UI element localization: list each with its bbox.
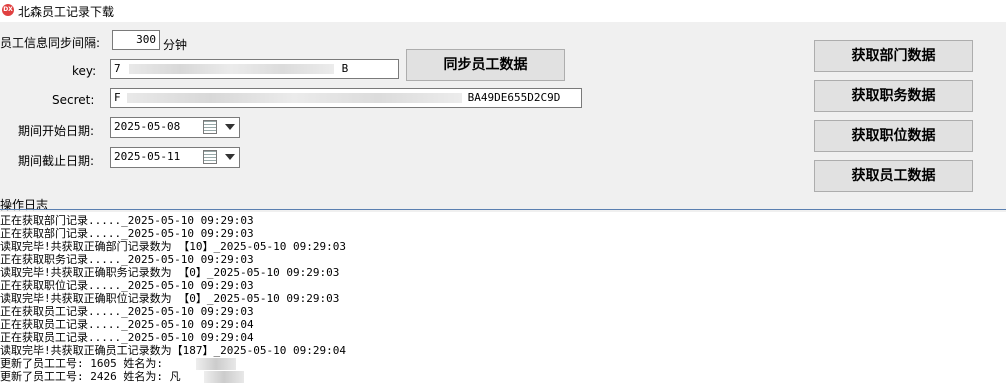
log-line: 读取完毕!共获取正确职务记录数为 【0】_2025-05-10 09:29:03 xyxy=(0,266,340,279)
interval-unit: 分钟 xyxy=(163,38,188,52)
log-line: 正在获取员工记录....._2025-05-10 09:29:03 xyxy=(0,305,254,318)
log-area[interactable]: 正在获取部门记录....._2025-05-10 09:29:03 正在获取部门… xyxy=(0,212,1006,384)
get-employee-button[interactable]: 获取员工数据 xyxy=(814,160,973,192)
redaction xyxy=(126,93,462,103)
redaction xyxy=(204,371,244,383)
get-duty-button[interactable]: 获取职务数据 xyxy=(814,80,973,112)
log-line: 更新了员工工号: 1605 姓名为: xyxy=(0,357,163,370)
start-date-picker[interactable]: 2025-05-08 xyxy=(110,117,240,138)
start-date-value: 2025-05-08 xyxy=(114,120,181,133)
interval-label: 员工信息同步间隔: xyxy=(0,36,101,50)
secret-end: BA49DE655D2C9D xyxy=(467,91,561,104)
get-position-button[interactable]: 获取职位数据 xyxy=(814,120,973,152)
log-line: 读取完毕!共获取正确部门记录数为 【10】_2025-05-10 09:29:0… xyxy=(0,240,346,253)
sync-employee-button[interactable]: 同步员工数据 xyxy=(406,49,565,81)
get-department-button[interactable]: 获取部门数据 xyxy=(814,40,973,72)
log-line: 正在获取部门记录....._2025-05-10 09:29:03 xyxy=(0,214,254,227)
calendar-icon[interactable] xyxy=(203,150,217,164)
key-input[interactable]: 7B xyxy=(110,59,399,79)
key-start: 7 xyxy=(114,62,121,75)
key-label: key: xyxy=(72,64,97,78)
end-date-label: 期间截止日期: xyxy=(18,154,95,168)
log-line: 正在获取员工记录....._2025-05-10 09:29:04 xyxy=(0,331,254,344)
log-line: 正在获取职务记录....._2025-05-10 09:29:03 xyxy=(0,253,254,266)
key-end: B xyxy=(341,62,349,75)
app-icon: DX xyxy=(2,4,14,16)
log-line: 正在获取员工记录....._2025-05-10 09:29:04 xyxy=(0,318,254,331)
log-line: 更新了员工工号: 2426 姓名为: 凡 xyxy=(0,370,181,383)
chevron-down-icon[interactable] xyxy=(225,124,235,130)
log-line: 读取完毕!共获取正确员工记录数为【187】_2025-05-10 09:29:0… xyxy=(0,344,346,357)
log-line: 读取完毕!共获取正确职位记录数为 【0】_2025-05-10 09:29:03 xyxy=(0,292,340,305)
start-date-label: 期间开始日期: xyxy=(18,124,95,138)
redaction xyxy=(196,358,236,370)
calendar-icon[interactable] xyxy=(203,120,217,134)
redaction xyxy=(128,64,334,74)
end-date-value: 2025-05-11 xyxy=(114,150,181,163)
chevron-down-icon[interactable] xyxy=(225,154,235,160)
secret-start: F xyxy=(114,91,121,104)
title-bar: DX 北森员工记录下载 xyxy=(0,0,1006,22)
interval-input[interactable]: 300 xyxy=(112,30,160,50)
secret-label: Secret: xyxy=(52,93,95,107)
log-line: 正在获取职位记录....._2025-05-10 09:29:03 xyxy=(0,279,254,292)
log-line: 正在获取部门记录....._2025-05-10 09:29:03 xyxy=(0,227,254,240)
log-title: 操作日志 xyxy=(0,198,49,212)
secret-input[interactable]: F BA49DE655D2C9D xyxy=(110,88,582,108)
window-title: 北森员工记录下载 xyxy=(18,5,115,19)
divider xyxy=(0,209,1006,210)
end-date-picker[interactable]: 2025-05-11 xyxy=(110,147,240,168)
